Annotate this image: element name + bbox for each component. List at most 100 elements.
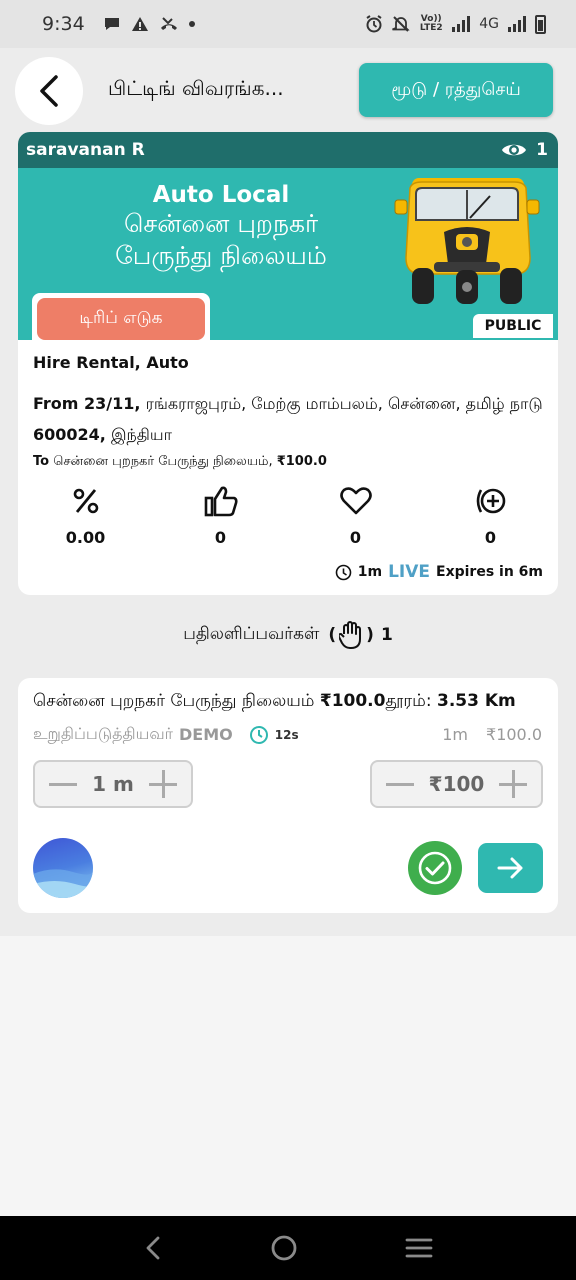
bid-price: ₹100.0	[319, 691, 386, 711]
nav-recents-icon[interactable]	[405, 1237, 433, 1259]
add-circle-icon	[476, 488, 505, 514]
favorites-value: 0	[349, 528, 362, 547]
clock-icon	[335, 564, 352, 580]
responders-close-paren: )	[366, 625, 374, 645]
to-address: To சென்னை புறநகர் பேருந்து நிலையம், ₹100…	[33, 454, 543, 470]
chat-icon	[104, 18, 119, 30]
trip-stats: 0.00 0 0 0	[18, 484, 558, 547]
adds-stat[interactable]: 0	[423, 484, 558, 547]
take-trip-button[interactable]: டிரிப் எடுக	[37, 298, 205, 340]
responders-heading: பதிலளிப்பவர்கள் ( ) 1	[0, 620, 576, 650]
banner-title-line1: Auto Local	[152, 182, 290, 208]
favorites-stat[interactable]: 0	[288, 484, 423, 547]
heart-icon	[339, 487, 372, 515]
system-nav-bar	[0, 1216, 576, 1280]
percent-value: 0.00	[65, 528, 106, 547]
trip-tab: டிரிப் எடுக	[32, 293, 210, 347]
price-increase-button[interactable]	[498, 770, 527, 798]
responders-count: 1	[380, 625, 393, 645]
battery-icon	[535, 14, 546, 34]
confirmed-by: உறுதிப்படுத்தியவர் DEMO 12s	[33, 724, 299, 745]
accept-button[interactable]	[408, 841, 462, 895]
nav-back-icon[interactable]	[143, 1235, 163, 1261]
visibility-badge: PUBLIC	[473, 314, 553, 338]
likes-value: 0	[214, 528, 227, 547]
nav-home-icon[interactable]	[270, 1234, 298, 1262]
time-increase-button[interactable]	[149, 770, 177, 798]
banner-title: Auto Local சென்னை புறநகர் பேருந்து நிலைய…	[76, 182, 366, 272]
to-address-text: சென்னை புறநகர் பேருந்து நிலையம்,	[49, 454, 277, 469]
expiry-info: 1m LIVE Expires in 6m	[335, 562, 543, 582]
card-header: saravanan R 1	[18, 132, 558, 168]
expires-label: Expires in 6m	[436, 564, 543, 580]
bid-card: சென்னை புறநகர் பேருந்து நிலையம் ₹100.0தூ…	[18, 678, 558, 913]
time-stepper: 1 m	[33, 760, 193, 808]
trip-details: Hire Rental, Auto From 23/11, ரங்கராஜபுர…	[18, 353, 558, 470]
volte-label: Vo)) LTE2	[419, 14, 443, 33]
adds-value: 0	[484, 528, 497, 547]
bid-timer: 12s	[249, 725, 299, 745]
mute-icon	[392, 16, 410, 32]
timer-clock-icon	[249, 725, 268, 744]
time-decrease-button[interactable]	[49, 770, 77, 798]
time-stepper-value: 1 m	[92, 772, 134, 796]
views-count: 1	[536, 140, 548, 160]
price-stepper: ₹100	[370, 760, 543, 808]
from-country: இந்தியா	[105, 425, 172, 444]
hand-icon	[339, 621, 362, 649]
notification-dot-icon	[188, 21, 195, 27]
bid-destination: சென்னை புறநகர் பேருந்து நிலையம் ₹100.0தூ…	[33, 691, 516, 713]
warning-icon	[131, 17, 148, 31]
price-stepper-value: ₹100	[428, 772, 485, 796]
responders-label: பதிலளிப்பவர்கள்	[183, 624, 320, 644]
live-label: LIVE	[388, 562, 430, 582]
status-time: 9:34	[42, 13, 85, 35]
next-button[interactable]	[478, 843, 543, 893]
alarm-icon	[366, 15, 382, 33]
to-price: ₹100.0	[276, 454, 327, 469]
confirmed-name: DEMO	[179, 725, 233, 744]
app-content: பிட்டிங் விவரங்க... மூடு / ரத்துசெய் sar…	[0, 48, 576, 936]
back-button[interactable]	[15, 57, 83, 125]
user-name: saravanan R	[26, 140, 145, 160]
avatar-wave-icon	[33, 869, 93, 898]
distance-label: தூரம்:	[385, 691, 437, 711]
elapsed-time: 1m	[357, 564, 383, 580]
banner-title-line3: பேருந்து நிலையம்	[115, 241, 327, 270]
status-bar: 9:34 Vo)) LTE2 4G	[0, 0, 576, 48]
confirmed-label: உறுதிப்படுத்தியவர்	[33, 724, 174, 743]
quoted-values: 1m ₹100.0	[442, 725, 542, 744]
signal-2-icon	[508, 16, 526, 32]
from-pincode: 600024,	[33, 425, 106, 444]
quoted-time: 1m	[442, 725, 469, 744]
from-label: From 23/11,	[33, 394, 141, 413]
responders-open-paren: (	[328, 625, 337, 645]
check-circle-icon	[418, 851, 452, 885]
close-cancel-button[interactable]: மூடு / ரத்துசெய்	[359, 63, 553, 117]
eye-icon	[502, 144, 527, 156]
percent-stat[interactable]: 0.00	[18, 484, 153, 547]
auto-rickshaw-image	[394, 178, 540, 304]
network-label: 4G	[479, 16, 499, 32]
missed-call-icon	[160, 17, 177, 30]
signal-1-icon	[452, 16, 471, 32]
chevron-left-icon	[40, 75, 58, 107]
views-counter: 1	[501, 140, 548, 160]
percent-icon	[73, 488, 98, 514]
to-label: To	[33, 454, 50, 469]
arrow-right-icon	[497, 857, 522, 879]
from-address-text: ரங்கராஜபுரம், மேற்கு மாம்பலம், சென்னை, த…	[140, 394, 543, 413]
likes-stat[interactable]: 0	[153, 484, 288, 547]
trip-banner: Auto Local சென்னை புறநகர் பேருந்து நிலைய…	[18, 168, 558, 347]
bid-destination-text: சென்னை புறநகர் பேருந்து நிலையம்	[33, 691, 320, 711]
trip-card: saravanan R 1 Auto Local சென்னை புறநகர் …	[18, 132, 558, 595]
quoted-price: ₹100.0	[486, 725, 542, 744]
thumbs-up-icon	[204, 486, 238, 517]
from-address: From 23/11, ரங்கராஜபுரம், மேற்கு மாம்பலம…	[33, 388, 543, 450]
service-type: Hire Rental, Auto	[33, 353, 189, 372]
price-decrease-button[interactable]	[386, 770, 414, 798]
distance-value: 3.53 Km	[436, 691, 516, 711]
avatar[interactable]	[33, 838, 93, 898]
timer-value: 12s	[274, 727, 299, 742]
page-title: பிட்டிங் விவரங்க...	[108, 76, 284, 100]
